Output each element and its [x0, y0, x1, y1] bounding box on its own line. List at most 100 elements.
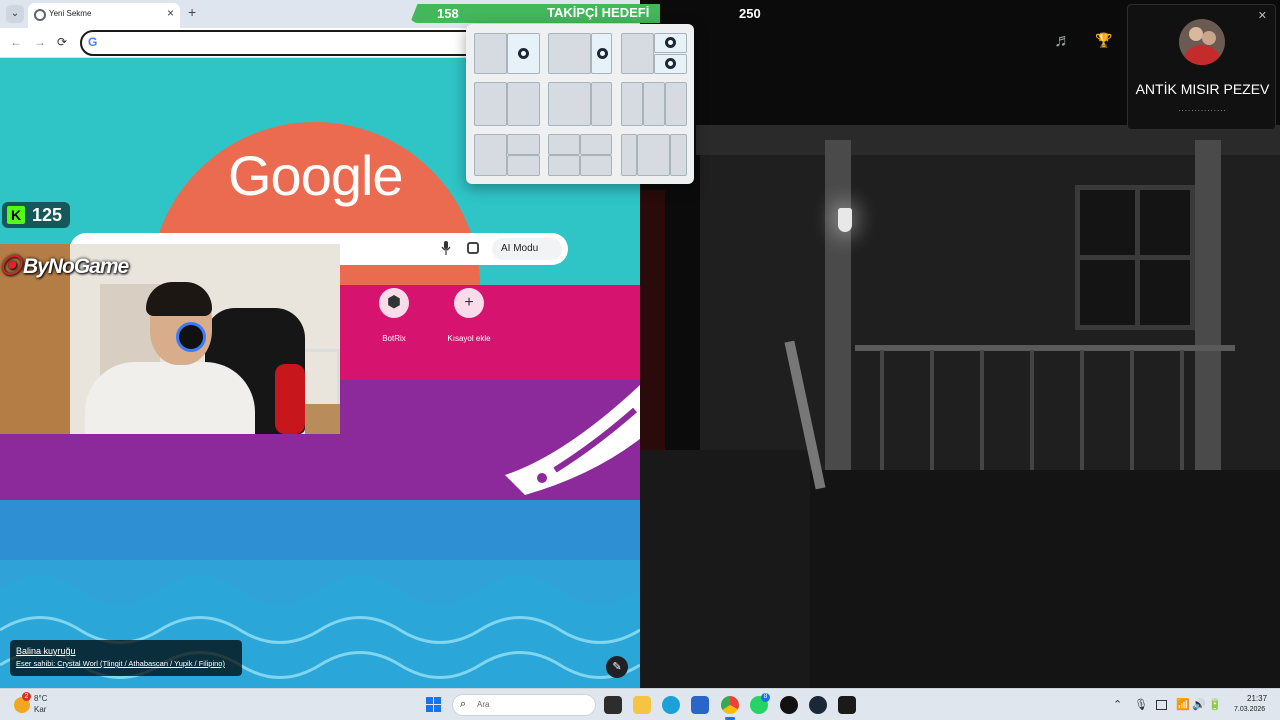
- scene-baluster: [1080, 350, 1084, 470]
- headset-icon: [176, 322, 206, 352]
- streamer-brand: ⦿ ByNoGame: [0, 250, 129, 280]
- scene-baluster: [1130, 350, 1134, 470]
- back-arrow-icon[interactable]: ←: [10, 35, 22, 49]
- reload-icon[interactable]: ⟳: [57, 35, 67, 49]
- edge-icon[interactable]: [662, 696, 680, 714]
- battery-icon[interactable]: 🔋: [1208, 698, 1222, 711]
- follower-goal-current: 158: [437, 6, 459, 21]
- cam-streamer-hair: [146, 282, 212, 316]
- snap-zone[interactable]: [643, 82, 665, 126]
- snap-layouts-popup: [466, 24, 694, 184]
- clock-date[interactable]: 7.03.2026: [1234, 706, 1265, 713]
- weather-temperature: 8°C: [34, 694, 48, 703]
- task-view-icon[interactable]: [604, 696, 622, 714]
- snap-zone[interactable]: [591, 82, 612, 126]
- notification-username: ANTİK MISIR PEZEV: [1135, 81, 1270, 97]
- chrome-favicon-icon: [34, 9, 46, 21]
- avatar-face: [1189, 27, 1203, 41]
- scene-door: [640, 190, 665, 450]
- snap-zone[interactable]: [507, 82, 540, 126]
- brand-logo-icon: ⦿: [0, 255, 21, 278]
- tab-new-tab[interactable]: Yeni Sekme ×: [28, 3, 180, 28]
- snap-zone[interactable]: [507, 155, 540, 176]
- cam-box: [305, 404, 340, 434]
- snap-zone[interactable]: [665, 82, 687, 126]
- customize-pencil-icon[interactable]: ✎: [606, 656, 628, 678]
- store-icon[interactable]: [691, 696, 709, 714]
- microphone-icon[interactable]: [441, 241, 451, 255]
- start-button[interactable]: [426, 697, 442, 713]
- tab-title: Yeni Sekme: [49, 9, 92, 18]
- cam-streamer-body: [85, 362, 255, 434]
- snap-zone[interactable]: [621, 33, 654, 74]
- display-icon[interactable]: [1156, 700, 1167, 710]
- google-logo: Google: [228, 144, 404, 207]
- address-bar[interactable]: G: [80, 30, 480, 56]
- snap-zone[interactable]: [474, 82, 507, 126]
- obs-icon[interactable]: [780, 696, 798, 714]
- new-tab-button[interactable]: +: [188, 4, 196, 20]
- chrome-icon[interactable]: [721, 696, 739, 714]
- attribution-title[interactable]: Balina kuyruğu: [16, 646, 236, 656]
- snap-zone[interactable]: [580, 134, 612, 155]
- weather-badge: 2: [22, 692, 31, 701]
- file-explorer-icon[interactable]: [633, 696, 651, 714]
- snap-zone[interactable]: [507, 134, 540, 155]
- windows-logo-icon: [434, 697, 441, 704]
- botrix-icon: ⬢: [379, 288, 409, 318]
- shortcut-botrix[interactable]: ⬢ BotRix: [364, 288, 424, 343]
- shortcut-add[interactable]: + Kısayol ekle: [439, 288, 499, 343]
- tab-search-button[interactable]: ⌄: [6, 5, 24, 23]
- snap-zone[interactable]: [580, 155, 612, 176]
- snap-zone[interactable]: [548, 134, 580, 155]
- wifi-icon[interactable]: 📶: [1176, 698, 1190, 711]
- plus-icon: +: [454, 288, 484, 318]
- snap-zone[interactable]: [548, 33, 591, 74]
- ai-mode-button[interactable]: AI Modu: [492, 238, 562, 260]
- attribution-author[interactable]: Eser sahibi: Crystal Worl (Tlingit / Ath…: [16, 659, 236, 668]
- scene-baluster: [880, 350, 884, 470]
- snap-zone[interactable]: [474, 134, 507, 176]
- snap-zone[interactable]: [548, 155, 580, 176]
- steam-icon: [665, 58, 676, 69]
- shortcut-label: Kısayol ekle: [447, 334, 491, 343]
- snap-zone[interactable]: [621, 82, 643, 126]
- follower-goal-target: 250: [739, 6, 761, 21]
- windows-logo-icon: [426, 697, 433, 704]
- whale-tail-illustration: [505, 385, 640, 495]
- steam-icon[interactable]: [809, 696, 827, 714]
- snap-zone[interactable]: [637, 134, 670, 176]
- windows-logo-icon: [434, 705, 441, 712]
- google-lens-icon[interactable]: [467, 242, 479, 254]
- avatar: [1179, 19, 1225, 65]
- avatar-clothes: [1184, 45, 1220, 65]
- forward-arrow-icon[interactable]: →: [34, 35, 46, 49]
- kick-logo-icon: K: [7, 206, 25, 224]
- clock-time[interactable]: 21:37: [1247, 694, 1267, 703]
- search-icon: ⌕: [460, 698, 467, 710]
- music-icon: ♬: [1054, 30, 1072, 50]
- tab-close-icon[interactable]: ×: [167, 6, 174, 20]
- trophy-icon: 🏆: [1095, 32, 1113, 48]
- background-attribution[interactable]: Balina kuyruğu Eser sahibi: Crystal Worl…: [10, 640, 242, 676]
- volume-icon[interactable]: 🔊: [1192, 698, 1206, 711]
- snap-zone[interactable]: [670, 134, 687, 176]
- snap-zone[interactable]: [548, 82, 591, 126]
- screen: ⌄ Yeni Sekme × + ← → ⟳ G Google AI Modu …: [0, 0, 1280, 720]
- game-icon[interactable]: [838, 696, 856, 714]
- microphone-icon[interactable]: 🎙: [1134, 698, 1148, 711]
- steam-icon: [518, 48, 529, 59]
- windows-logo-icon: [426, 705, 433, 712]
- shortcut-label: BotRix: [382, 334, 406, 343]
- kick-viewer-count: 125: [32, 205, 63, 225]
- taskbar-search[interactable]: ⌕ Ara: [452, 694, 596, 716]
- scene-railing: [855, 345, 1235, 351]
- snap-zone[interactable]: [621, 134, 637, 176]
- follower-goal-title: TAKİPÇİ HEDEFİ: [547, 5, 650, 20]
- scene-pillar: [825, 140, 851, 480]
- kick-viewer-counter: K 125: [2, 202, 70, 228]
- snap-zone[interactable]: [474, 33, 507, 74]
- steam-icon: [597, 48, 608, 59]
- close-icon[interactable]: ✕: [1258, 9, 1267, 22]
- show-hidden-icons-chevron-icon[interactable]: ⌃: [1113, 698, 1122, 711]
